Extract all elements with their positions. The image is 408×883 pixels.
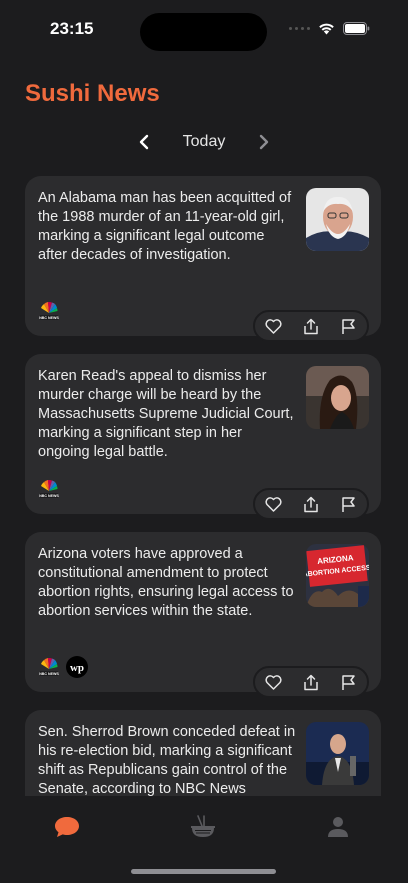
battery-icon [343, 22, 370, 35]
person-icon [328, 817, 348, 837]
svg-text:NBC NEWS: NBC NEWS [39, 672, 59, 676]
article-thumbnail[interactable] [306, 366, 369, 429]
status-time: 23:15 [50, 19, 94, 38]
article-actions [253, 666, 369, 698]
source-list: NBC NEWS [38, 300, 60, 322]
home-indicator [131, 869, 276, 874]
nbc-peacock-icon[interactable]: NBC NEWS [38, 300, 60, 322]
news-card[interactable]: Arizona voters have approved a constitut… [25, 532, 381, 698]
wifi-icon [319, 23, 334, 35]
article-thumbnail[interactable] [306, 188, 369, 251]
chevron-left-icon[interactable] [135, 133, 153, 151]
share-icon[interactable] [301, 672, 321, 692]
ramen-bowl-icon [191, 815, 215, 837]
flag-icon[interactable] [338, 316, 358, 336]
dynamic-island [140, 13, 267, 51]
article-actions [253, 310, 369, 342]
article-summary: Sen. Sherrod Brown conceded defeat in hi… [38, 724, 296, 796]
news-feed[interactable]: An Alabama man has been acquitted of the… [25, 176, 381, 796]
svg-text:wp: wp [70, 662, 84, 674]
washington-post-icon[interactable]: wp [66, 656, 88, 678]
app-title: Sushi News [25, 80, 160, 107]
signal-icon [289, 27, 310, 30]
status-icons [289, 22, 370, 35]
heart-icon[interactable] [264, 494, 284, 514]
article-thumbnail[interactable] [306, 722, 369, 785]
date-label: Today [182, 133, 226, 150]
share-icon[interactable] [301, 316, 321, 336]
source-list: NBC NEWS wp [38, 656, 88, 678]
article-summary: Arizona voters have approved a constitut… [38, 546, 294, 619]
nbc-peacock-icon[interactable]: NBC NEWS [38, 656, 60, 678]
article-thumbnail[interactable]: ARIZONA ABORTION ACCESS [306, 544, 369, 607]
article-summary: An Alabama man has been acquitted of the… [38, 190, 292, 263]
nbc-peacock-icon[interactable]: NBC NEWS [38, 478, 60, 500]
tab-news[interactable] [47, 812, 87, 842]
news-card[interactable]: An Alabama man has been acquitted of the… [25, 176, 381, 342]
chevron-right-icon[interactable] [255, 133, 273, 151]
source-list: NBC NEWS [38, 478, 60, 500]
heart-icon[interactable] [264, 672, 284, 692]
tab-sushi[interactable] [183, 812, 223, 842]
date-navigation: Today [0, 128, 408, 156]
heart-icon[interactable] [264, 316, 284, 336]
article-summary: Karen Read's appeal to dismiss her murde… [38, 368, 294, 460]
news-card[interactable]: Sen. Sherrod Brown conceded defeat in hi… [25, 710, 381, 796]
svg-text:NBC NEWS: NBC NEWS [39, 494, 59, 498]
news-card[interactable]: Karen Read's appeal to dismiss her murde… [25, 354, 381, 520]
status-bar: 23:15 [0, 0, 408, 56]
share-icon[interactable] [301, 494, 321, 514]
flag-icon[interactable] [338, 672, 358, 692]
flag-icon[interactable] [338, 494, 358, 514]
article-actions [253, 488, 369, 520]
tab-profile[interactable] [318, 812, 358, 842]
chat-bubble-icon [55, 817, 79, 837]
svg-text:NBC NEWS: NBC NEWS [39, 316, 59, 320]
